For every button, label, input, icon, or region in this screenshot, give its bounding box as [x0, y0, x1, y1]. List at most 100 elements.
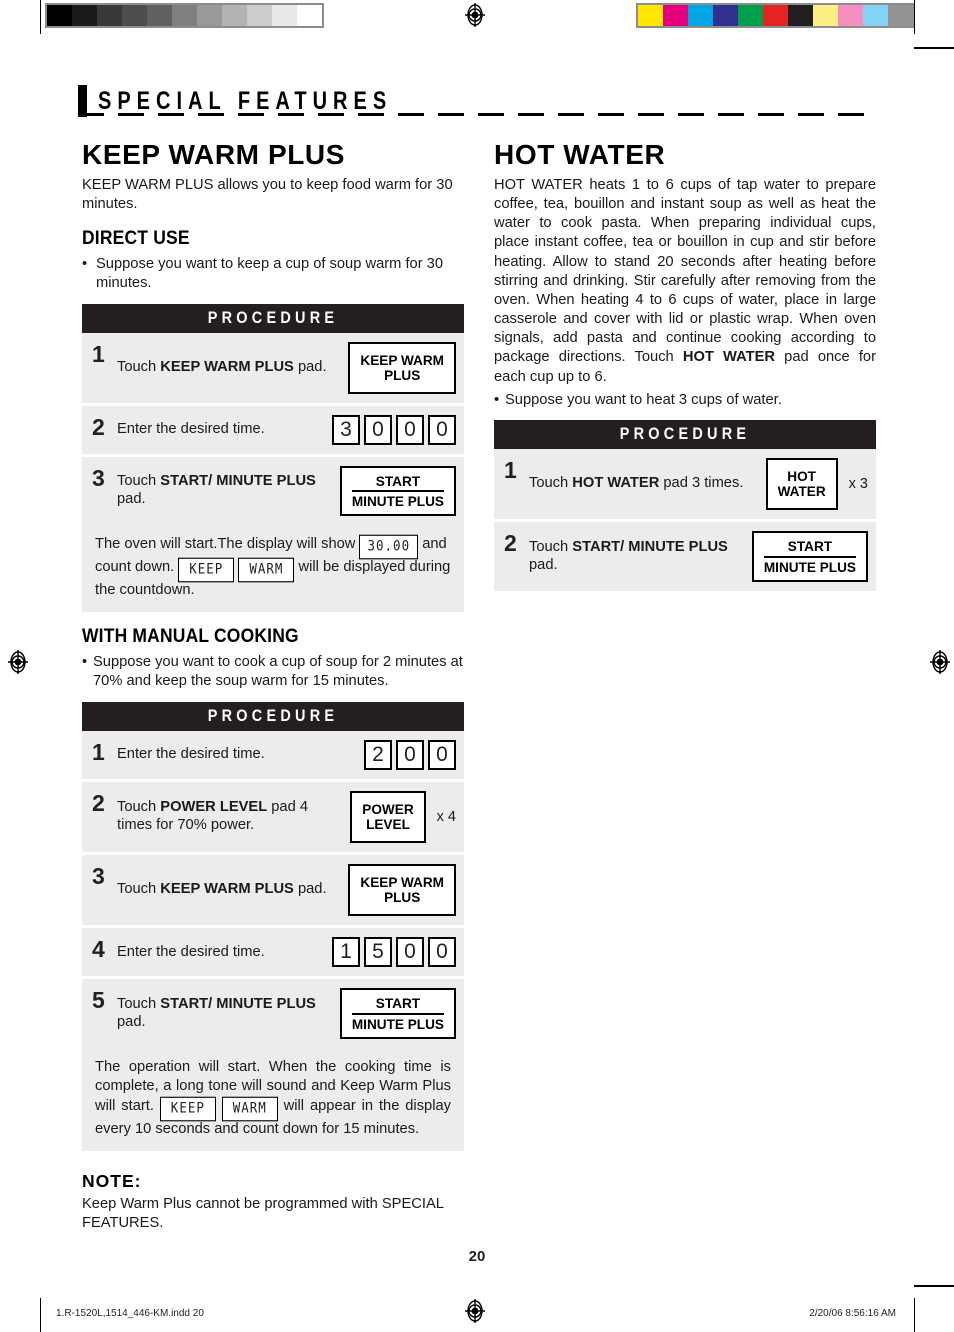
- direct-use-bullet: • Suppose you want to keep a cup of soup…: [82, 255, 464, 293]
- grayscale-calibration-bar: [45, 3, 324, 28]
- grayscale-swatch: [172, 5, 197, 26]
- lcd-readout-keep: KEEP: [178, 557, 235, 582]
- hot-water-bullet: • Suppose you want to heat 3 cups of wat…: [494, 391, 876, 410]
- step-illustration: START MINUTE PLUS: [339, 988, 456, 1039]
- procedure-header-bar: PROCEDURE: [494, 420, 876, 450]
- color-swatch: [813, 5, 838, 26]
- grayscale-swatch: [72, 5, 97, 26]
- oven-pad-keep-warm-plus[interactable]: KEEP WARM PLUS: [348, 341, 456, 394]
- step-instruction: Touch POWER LEVEL pad 4 times for 70% po…: [117, 799, 350, 835]
- number-pad-key[interactable]: 0: [428, 937, 456, 968]
- step-pad-name: HOT WATER: [572, 475, 660, 492]
- step-text-prefix: Touch: [117, 995, 161, 1012]
- grayscale-swatch: [272, 5, 297, 26]
- step-pad-name: START/ MINUTE PLUS: [160, 473, 316, 490]
- lcd-readout-time: 30.00: [359, 535, 419, 560]
- step-number: 2: [92, 413, 105, 440]
- step-illustration: POWER LEVEL x 4: [350, 790, 456, 844]
- step-number: 5: [92, 987, 105, 1014]
- number-pad-key[interactable]: 0: [396, 739, 424, 770]
- oven-pad-start-minute-plus[interactable]: START MINUTE PLUS: [339, 465, 456, 517]
- step-text-suffix: pad.: [293, 358, 327, 375]
- step-text-suffix: pad.: [117, 491, 146, 508]
- bullet-dot-icon: •: [82, 654, 88, 671]
- bullet-dot-icon: •: [82, 256, 88, 273]
- step-instruction: Touch START/ MINUTE PLUS pad.: [529, 539, 752, 575]
- number-pad-key[interactable]: 0: [428, 414, 456, 445]
- grayscale-swatch: [97, 5, 122, 26]
- procedure-step-list: 1 Touch HOT WATER pad 3 times. HOT WATER x 3…: [494, 449, 876, 591]
- trim-mark: [914, 1298, 915, 1332]
- procedure-step-row: 1 Touch KEEP WARM PLUS pad. KEEP WARM PLUS: [82, 332, 464, 406]
- number-pad-sequence: 1500: [332, 937, 456, 968]
- number-pad-key[interactable]: 0: [364, 414, 392, 445]
- number-pad-key[interactable]: 3: [332, 414, 360, 445]
- oven-pad-keep-warm-plus[interactable]: KEEP WARM PLUS: [348, 864, 456, 917]
- trim-mark: [40, 1298, 41, 1332]
- right-column: HOT WATER HOT WATER heats 1 to 6 cups of…: [494, 139, 876, 591]
- color-swatch: [663, 5, 688, 26]
- step-text-prefix: Enter the desired time.: [117, 745, 265, 762]
- step-text-prefix: Touch: [117, 358, 161, 375]
- pad-label-line2: PLUS: [384, 890, 421, 906]
- registration-target-icon: [6, 650, 30, 674]
- step-illustration: 3000: [332, 414, 456, 445]
- step-text-suffix: pad.: [529, 556, 558, 573]
- step-illustration: 200: [364, 739, 456, 770]
- oven-pad-power-level[interactable]: POWER LEVEL: [350, 790, 426, 844]
- step-text-prefix: Touch: [117, 798, 161, 815]
- procedure-header-bar: PROCEDURE: [82, 701, 464, 731]
- note-heading: NOTE:: [82, 1171, 142, 1192]
- color-swatch: [688, 5, 713, 26]
- procedure-step-row: 3 Touch KEEP WARM PLUS pad. KEEP WARM PLUS: [82, 855, 464, 929]
- step-instruction: Enter the desired time.: [117, 421, 332, 439]
- oven-pad-start-minute-plus[interactable]: START MINUTE PLUS: [339, 988, 456, 1039]
- step-text-prefix: Touch: [117, 881, 161, 898]
- number-pad-key[interactable]: 0: [396, 414, 424, 445]
- number-pad-key[interactable]: 2: [364, 739, 392, 770]
- pad-label-line2: WATER: [777, 484, 826, 500]
- step-number: 3: [92, 464, 105, 491]
- step-instruction: Touch KEEP WARM PLUS pad.: [117, 359, 348, 377]
- grayscale-swatch: [122, 5, 147, 26]
- trim-mark: [40, 0, 41, 34]
- pad-label-line1: POWER: [362, 801, 414, 817]
- number-pad-key[interactable]: 1: [332, 937, 360, 968]
- step-number: 2: [504, 530, 517, 557]
- procedure-result-note: The oven will start.The display will sho…: [82, 525, 464, 613]
- color-swatch: [888, 5, 913, 26]
- step-number: 1: [92, 340, 105, 367]
- grayscale-swatch: [222, 5, 247, 26]
- number-pad-key[interactable]: 0: [396, 937, 424, 968]
- pad-press-count: x 3: [848, 476, 868, 493]
- step-illustration: HOT WATER x 3: [765, 458, 868, 511]
- registration-target-icon: [463, 3, 487, 27]
- manual-page: SPECIAL FEATURES KEEP WARM PLUS KEEP WAR…: [0, 0, 954, 1332]
- step-text-suffix: pad 3 times.: [659, 475, 744, 492]
- grayscale-swatch: [147, 5, 172, 26]
- step-text-suffix: pad.: [117, 1013, 146, 1030]
- step-pad-name: START/ MINUTE PLUS: [160, 995, 316, 1012]
- pad-label-line1: KEEP WARM: [360, 352, 444, 368]
- oven-pad-start-minute-plus[interactable]: START MINUTE PLUS: [751, 531, 868, 582]
- section-heading-hot-water: HOT WATER: [494, 139, 666, 170]
- number-pad-key[interactable]: 0: [428, 739, 456, 770]
- footer-file-info: 1.R-1520L,1514_446-KM.indd 20: [56, 1308, 204, 1319]
- oven-pad-hot-water[interactable]: HOT WATER: [765, 458, 838, 511]
- grayscale-swatch: [197, 5, 222, 26]
- step-pad-name: KEEP WARM PLUS: [160, 881, 294, 898]
- procedure-header-bar: PROCEDURE: [82, 303, 464, 333]
- step-text-prefix: Touch: [529, 475, 573, 492]
- pad-label-line2: MINUTE PLUS: [351, 1016, 444, 1032]
- manual-cooking-bullet: • Suppose you want to cook a cup of soup…: [82, 653, 464, 691]
- number-pad-sequence: 3000: [332, 414, 456, 445]
- step-text-prefix: Enter the desired time.: [117, 943, 265, 960]
- procedure-header-label: PROCEDURE: [110, 303, 436, 333]
- number-pad-sequence: 200: [364, 739, 456, 770]
- pad-label-line2: MINUTE PLUS: [763, 559, 856, 575]
- step-number: 3: [92, 863, 105, 890]
- procedure-table-hot-water: PROCEDURE 1 Touch HOT WATER pad 3 times. H…: [494, 420, 876, 591]
- footer-timestamp: 2/20/06 8:56:16 AM: [809, 1308, 896, 1319]
- number-pad-key[interactable]: 5: [364, 937, 392, 968]
- trim-mark: [914, 0, 915, 34]
